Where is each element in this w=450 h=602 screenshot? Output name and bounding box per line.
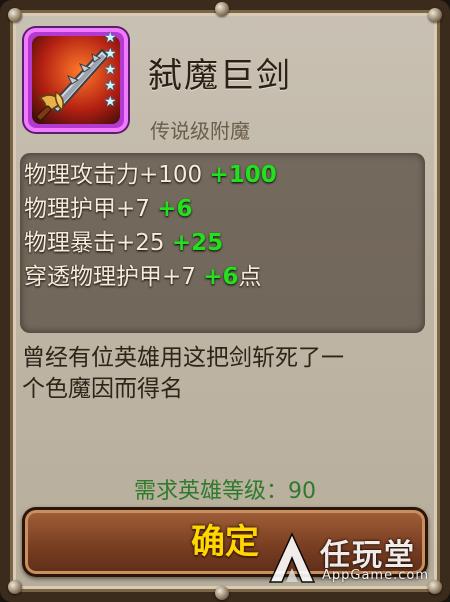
watermark: 任玩堂 AppGame.com bbox=[268, 530, 438, 590]
star-icon: ★ bbox=[104, 78, 117, 94]
star-icon: ★ bbox=[104, 62, 117, 78]
level-requirement: 需求英雄等级：90 bbox=[134, 479, 316, 504]
stat-line: 物理护甲+7 +6 bbox=[24, 193, 193, 225]
description-line: 个色魔因而得名 bbox=[22, 376, 183, 402]
stat-label: 物理攻击力 bbox=[24, 162, 139, 188]
item-description: 曾经有位英雄用这把剑斩死了一 个色魔因而得名 bbox=[22, 343, 432, 405]
stat-bonus: +6 bbox=[203, 264, 239, 290]
description-line: 曾经有位英雄用这把剑斩死了一 bbox=[22, 345, 344, 371]
stat-base: +25 bbox=[116, 230, 165, 256]
star-icon: ★ bbox=[104, 46, 117, 62]
item-detail-dialog: ★ ★ ★ ★ ★ 弑魔巨剑 传说级附魔 物理攻击力+100 +100 物理护甲… bbox=[0, 0, 450, 602]
item-grade: 传说级附魔 bbox=[150, 119, 250, 143]
appgame-logo-icon bbox=[268, 532, 316, 583]
stat-label: 物理护甲 bbox=[24, 196, 116, 222]
item-name: 弑魔巨剑 bbox=[148, 56, 292, 96]
stat-suffix: 点 bbox=[238, 264, 262, 290]
stats-panel: 物理攻击力+100 +100 物理护甲+7 +6 物理暴击+25 +25 穿透物… bbox=[20, 153, 425, 333]
stat-line: 穿透物理护甲+7 +6点 bbox=[24, 261, 262, 293]
stat-bonus: +6 bbox=[157, 196, 193, 222]
item-icon-frame: ★ ★ ★ ★ ★ bbox=[24, 28, 128, 132]
watermark-subtitle: AppGame.com bbox=[322, 568, 429, 583]
star-icon: ★ bbox=[104, 30, 117, 46]
rivet-icon bbox=[215, 586, 229, 600]
stat-bonus: +25 bbox=[171, 230, 224, 256]
item-header: ★ ★ ★ ★ ★ 弑魔巨剑 传说级附魔 bbox=[20, 20, 440, 150]
star-icon: ★ bbox=[104, 94, 117, 110]
rivet-icon bbox=[8, 580, 22, 594]
stat-bonus: +100 bbox=[209, 162, 277, 188]
rivet-icon bbox=[215, 2, 229, 16]
stat-line: 物理攻击力+100 +100 bbox=[24, 159, 277, 191]
stat-label: 物理暴击 bbox=[24, 230, 116, 256]
stat-line: 物理暴击+25 +25 bbox=[24, 227, 223, 259]
stat-base: +7 bbox=[116, 196, 150, 222]
stat-label: 穿透物理护甲 bbox=[24, 264, 162, 290]
stat-base: +7 bbox=[162, 264, 196, 290]
stat-base: +100 bbox=[139, 162, 203, 188]
star-rating: ★ ★ ★ ★ ★ bbox=[104, 30, 122, 110]
